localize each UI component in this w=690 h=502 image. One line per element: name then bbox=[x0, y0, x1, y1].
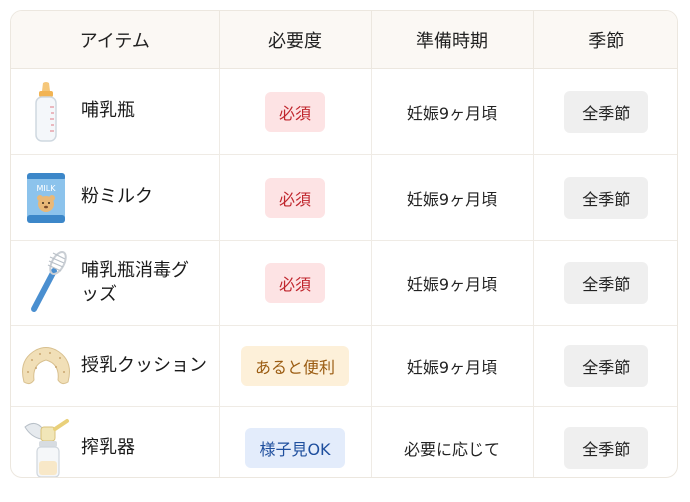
timing-cell: 妊娠9ヶ月頃 bbox=[371, 154, 534, 241]
necessity-badge: 様子見OK bbox=[245, 428, 345, 468]
necessity-badge: 必須 bbox=[264, 263, 325, 303]
necessity-cell: 様子見OK bbox=[219, 406, 372, 477]
formula-can-label: MILK bbox=[37, 184, 57, 193]
season-badge: 全季節 bbox=[564, 427, 649, 469]
season-cell: 全季節 bbox=[533, 407, 677, 478]
necessity-cell: 必須 bbox=[219, 240, 372, 326]
timing-text: 妊娠9ヶ月頃 bbox=[406, 358, 498, 377]
item-name: 授乳クッション bbox=[81, 354, 207, 376]
header-timing: 準備時期 bbox=[371, 11, 534, 69]
baby-bottle-icon bbox=[11, 80, 81, 144]
necessity-cell: 必須 bbox=[219, 154, 372, 241]
timing-text: 妊娠9ヶ月頃 bbox=[406, 275, 498, 294]
table-row: 搾乳器 様子見OK 必要に応じて 全季節 bbox=[11, 406, 677, 478]
item-name: 搾乳器 bbox=[81, 436, 135, 458]
season-badge: 全季節 bbox=[564, 90, 649, 133]
item-cell: 授乳クッション bbox=[11, 325, 220, 407]
items-card: アイテム 必要度 準備時期 季節 哺乳瓶 必須 妊娠9ヶ月頃 全季節 MILK … bbox=[10, 10, 678, 478]
table-row: MILK 粉ミルク 必須 妊娠9ヶ月頃 全季節 bbox=[11, 154, 677, 241]
item-name: 哺乳瓶消毒グッズ bbox=[81, 259, 189, 305]
table-header: アイテム 必要度 準備時期 季節 bbox=[11, 11, 677, 69]
season-badge: 全季節 bbox=[564, 262, 649, 304]
timing-text: 妊娠9ヶ月頃 bbox=[406, 103, 498, 123]
season-cell: 全季節 bbox=[533, 325, 677, 407]
necessity-cell: あると便利 bbox=[219, 325, 372, 407]
necessity-badge: あると便利 bbox=[240, 346, 349, 386]
item-name: 哺乳瓶 bbox=[81, 100, 135, 122]
table-row: 授乳クッション あると便利 妊娠9ヶ月頃 全季節 bbox=[11, 325, 677, 407]
season-cell: 全季節 bbox=[533, 154, 677, 241]
breast-pump-icon bbox=[11, 416, 81, 477]
season-badge: 全季節 bbox=[564, 345, 649, 387]
item-name: 粉ミルク bbox=[81, 186, 153, 208]
season-cell: 全季節 bbox=[533, 240, 677, 326]
necessity-cell: 必須 bbox=[219, 68, 372, 155]
timing-cell: 妊娠9ヶ月頃 bbox=[371, 68, 534, 155]
necessity-badge: 必須 bbox=[264, 91, 325, 132]
timing-cell: 妊娠9ヶ月頃 bbox=[371, 240, 534, 326]
table-row: 哺乳瓶消毒グッズ 必須 妊娠9ヶ月頃 全季節 bbox=[11, 240, 677, 326]
necessity-badge: 必須 bbox=[264, 177, 325, 218]
header-item: アイテム bbox=[11, 11, 220, 69]
season-badge: 全季節 bbox=[564, 176, 649, 219]
table-row: 哺乳瓶 必須 妊娠9ヶ月頃 全季節 bbox=[11, 68, 677, 155]
items-table: アイテム 必要度 準備時期 季節 哺乳瓶 必須 妊娠9ヶ月頃 全季節 MILK … bbox=[11, 11, 677, 478]
timing-cell: 妊娠9ヶ月頃 bbox=[371, 325, 534, 407]
timing-text: 妊娠9ヶ月頃 bbox=[406, 189, 498, 209]
timing-cell: 必要に応じて bbox=[371, 406, 534, 477]
item-cell: MILK 粉ミルク bbox=[11, 154, 220, 241]
header-necessity: 必要度 bbox=[219, 11, 372, 69]
nursing-pillow-icon bbox=[11, 334, 81, 398]
season-cell: 全季節 bbox=[533, 68, 677, 155]
bottle-brush-icon bbox=[11, 251, 81, 315]
item-cell: 哺乳瓶 bbox=[11, 68, 220, 155]
formula-can-icon: MILK bbox=[11, 166, 81, 230]
item-cell: 哺乳瓶消毒グッズ bbox=[11, 240, 220, 326]
header-season: 季節 bbox=[533, 11, 677, 69]
timing-text: 必要に応じて bbox=[403, 440, 500, 459]
item-cell: 搾乳器 bbox=[11, 406, 220, 477]
